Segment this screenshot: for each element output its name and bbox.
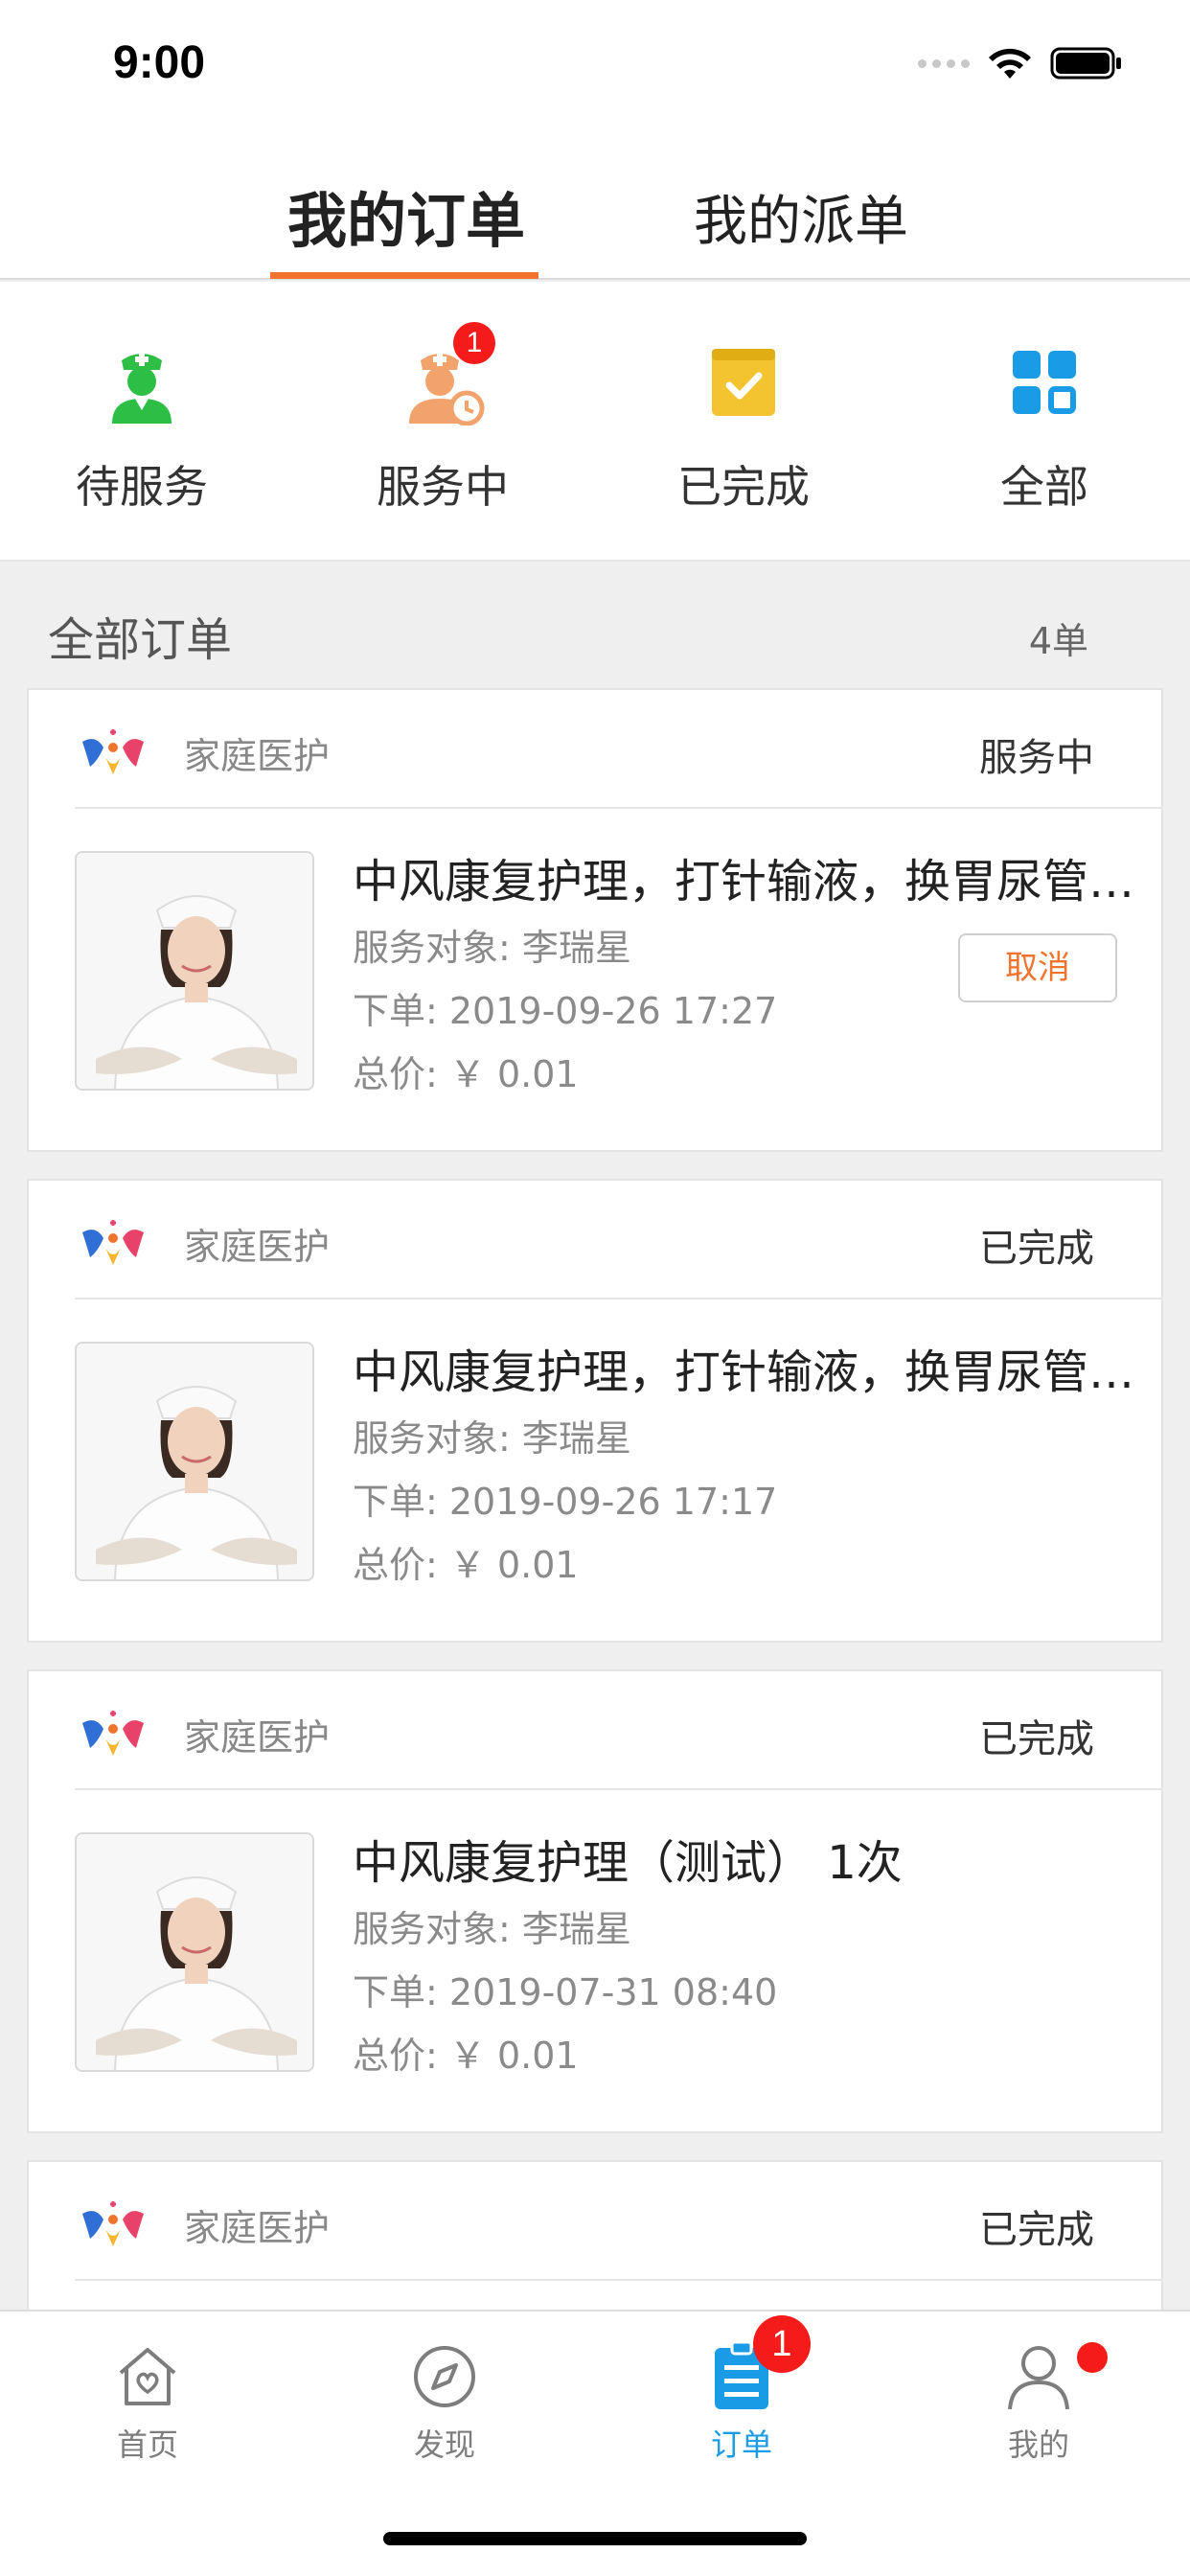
order-status: 已完成 bbox=[979, 2208, 1094, 2252]
service-photo bbox=[75, 1832, 314, 2072]
cancel-button[interactable]: 取消 bbox=[958, 933, 1117, 1002]
filter-pending[interactable]: 待服务 bbox=[27, 339, 257, 516]
filter-in-service-label: 服务中 bbox=[377, 461, 509, 513]
order-source: 家庭医护 bbox=[184, 1716, 331, 1759]
card-divider bbox=[75, 2279, 1161, 2281]
order-status: 已完成 bbox=[979, 1717, 1094, 1761]
order-source: 家庭医护 bbox=[184, 735, 331, 777]
order-card[interactable]: 家庭医护 已完成 中风康复护理，打针输液，换胃尿管 1次 服务对象: 李瑞星 下… bbox=[27, 1179, 1163, 1643]
home-care-logo-icon bbox=[82, 1711, 144, 1756]
order-total: 总价: ￥ 0.01 bbox=[353, 2035, 579, 2077]
order-title: 中风康复护理，打针输液，换胃尿管 1次 bbox=[353, 1346, 1138, 1399]
tab-discover[interactable]: 发现 bbox=[349, 2340, 540, 2465]
nurse-clock-icon: 1 bbox=[400, 322, 495, 426]
order-recipient: 服务对象: 李瑞星 bbox=[353, 1417, 631, 1460]
home-care-logo-icon bbox=[82, 1220, 144, 1265]
filter-in-service[interactable]: 1 服务中 bbox=[328, 322, 558, 516]
compass-icon bbox=[408, 2340, 481, 2413]
service-photo bbox=[75, 1342, 314, 1581]
user-icon bbox=[1002, 2340, 1108, 2413]
status-bar: 9:00 bbox=[0, 0, 1190, 125]
filter-all-label: 全部 bbox=[1000, 461, 1088, 513]
nurse-icon bbox=[99, 339, 185, 426]
home-care-logo-icon bbox=[82, 729, 144, 774]
orders-badge: 1 bbox=[753, 2315, 811, 2373]
in-service-badge: 1 bbox=[453, 322, 495, 364]
order-recipient: 服务对象: 李瑞星 bbox=[353, 1908, 631, 1950]
order-title: 中风康复护理，打针输液，换胃尿管 1次 bbox=[353, 855, 1138, 908]
order-card-header: 家庭医护 已完成 bbox=[29, 1181, 1161, 1298]
tab-home-label: 首页 bbox=[116, 2426, 178, 2463]
active-tab-indicator bbox=[270, 272, 538, 279]
tab-mine-label: 我的 bbox=[1007, 2426, 1069, 2463]
filter-completed[interactable]: 已完成 bbox=[629, 339, 858, 516]
order-list-header: 全部订单 4单 bbox=[0, 564, 1190, 688]
completed-check-icon bbox=[700, 339, 787, 426]
home-icon bbox=[111, 2340, 184, 2413]
section-title: 全部订单 bbox=[48, 613, 233, 667]
order-card-header: 家庭医护 已完成 bbox=[29, 2162, 1161, 2279]
battery-icon bbox=[1050, 47, 1121, 80]
order-time: 下单: 2019-07-31 08:40 bbox=[353, 1971, 778, 2013]
status-indicators bbox=[918, 46, 1123, 80]
filter-completed-label: 已完成 bbox=[677, 461, 810, 513]
cellular-signal-icon bbox=[918, 58, 970, 68]
tab-mine[interactable]: 我的 bbox=[943, 2340, 1134, 2465]
order-time: 下单: 2019-09-26 17:17 bbox=[353, 1481, 778, 1523]
order-card[interactable]: 家庭医护 已完成 中风康复护理（测试） 1次 服务对象: 李瑞星 下单: 201… bbox=[27, 1669, 1163, 2133]
order-source: 家庭医护 bbox=[184, 1226, 331, 1268]
order-status: 服务中 bbox=[979, 736, 1094, 780]
tab-discover-label: 发现 bbox=[413, 2426, 475, 2463]
tab-my-dispatches[interactable]: 我的派单 bbox=[694, 178, 908, 256]
order-recipient: 服务对象: 李瑞星 bbox=[353, 927, 631, 969]
status-time: 9:00 bbox=[113, 37, 206, 88]
order-time: 下单: 2019-09-26 17:27 bbox=[353, 990, 778, 1032]
service-photo bbox=[75, 851, 314, 1091]
order-status-filter: 待服务 1 服务中 已完成 全部 bbox=[0, 282, 1190, 562]
wifi-icon bbox=[989, 48, 1031, 79]
home-care-logo-icon bbox=[82, 2201, 144, 2246]
order-card[interactable]: 家庭医护 服务中 中风康复护理，打针输液，换胃尿管 1次 服务对象: 李瑞星 下… bbox=[27, 688, 1163, 1152]
order-count: 4单 bbox=[1028, 620, 1088, 662]
order-total: 总价: ￥ 0.01 bbox=[353, 1053, 579, 1095]
order-card-header: 家庭医护 已完成 bbox=[29, 1671, 1161, 1788]
tab-orders-label: 订单 bbox=[710, 2426, 772, 2463]
card-divider bbox=[75, 1298, 1161, 1300]
order-list-icon: 1 bbox=[705, 2315, 811, 2413]
order-card-header: 家庭医护 服务中 bbox=[29, 690, 1161, 807]
card-divider bbox=[75, 1788, 1161, 1790]
order-type-tabs: 我的订单 我的派单 bbox=[0, 125, 1190, 280]
tab-orders[interactable]: 1 订单 bbox=[646, 2315, 837, 2465]
tab-my-orders[interactable]: 我的订单 bbox=[287, 172, 525, 259]
order-status: 已完成 bbox=[979, 1227, 1094, 1271]
tab-home[interactable]: 首页 bbox=[52, 2340, 243, 2465]
home-indicator bbox=[383, 2532, 807, 2545]
notification-dot bbox=[1077, 2342, 1108, 2373]
filter-pending-label: 待服务 bbox=[76, 461, 208, 513]
card-divider bbox=[75, 807, 1161, 809]
grid-icon bbox=[1001, 339, 1087, 426]
order-source: 家庭医护 bbox=[184, 2207, 331, 2249]
order-title: 中风康复护理（测试） 1次 bbox=[353, 1836, 903, 1890]
filter-all[interactable]: 全部 bbox=[929, 339, 1159, 516]
order-total: 总价: ￥ 0.01 bbox=[353, 1544, 579, 1586]
